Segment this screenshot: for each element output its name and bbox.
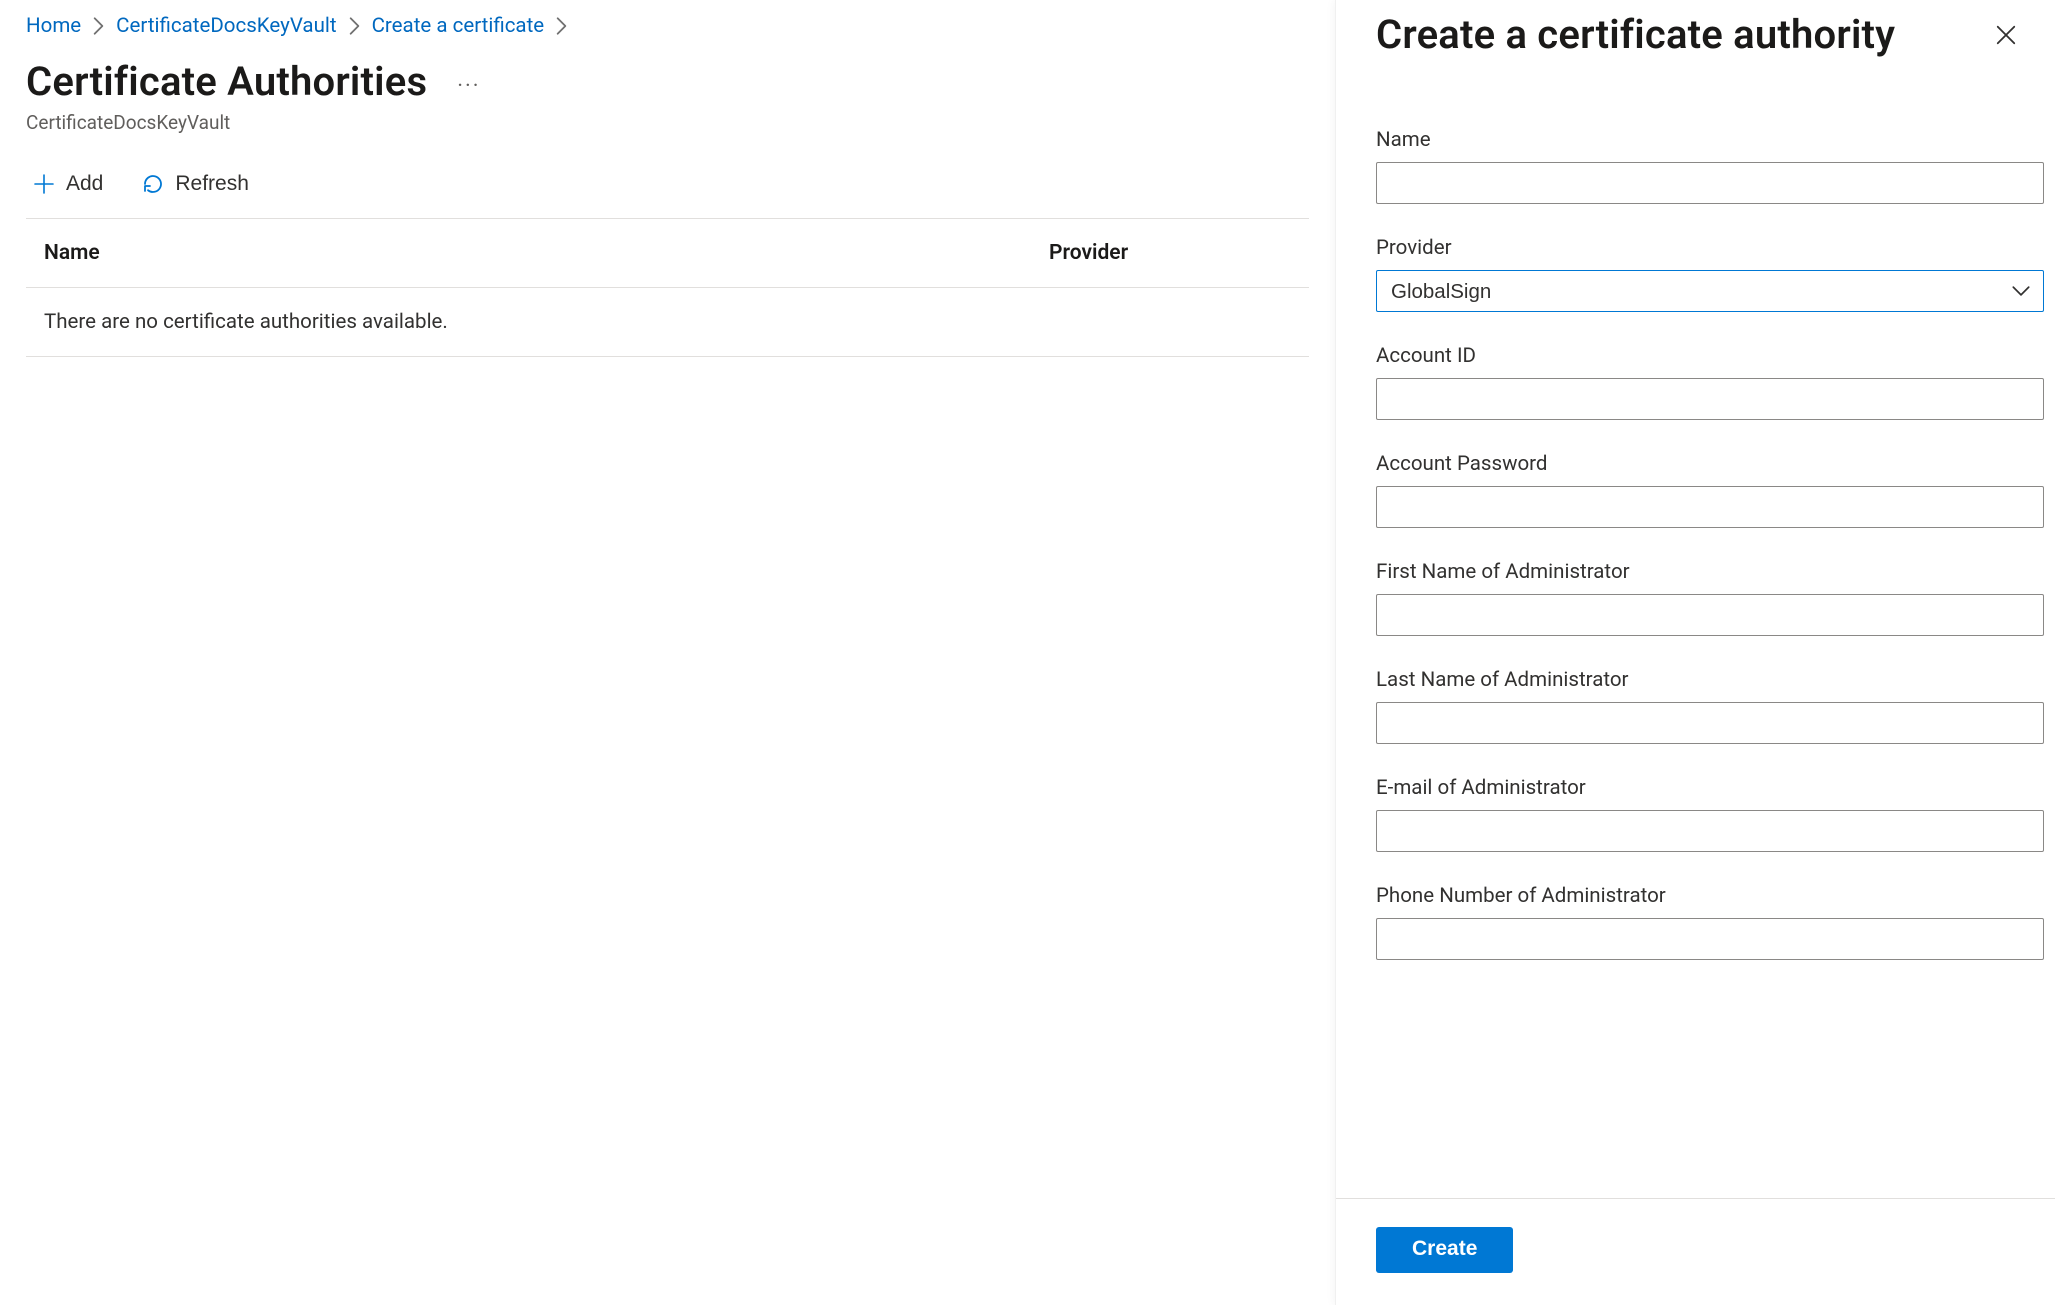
admin-phone-input[interactable] <box>1376 918 2044 960</box>
refresh-button[interactable]: Refresh <box>135 168 255 200</box>
account-id-input[interactable] <box>1376 378 2044 420</box>
field-account-password: Account Password <box>1376 452 2015 528</box>
field-name: Name <box>1376 128 2015 204</box>
admin-last-input[interactable] <box>1376 702 2044 744</box>
provider-select-wrap: GlobalSign <box>1376 270 2044 312</box>
create-ca-panel: Create a certificate authority Name Prov… <box>1335 0 2055 1305</box>
admin-first-input[interactable] <box>1376 594 2044 636</box>
admin-phone-label: Phone Number of Administrator <box>1376 884 2015 908</box>
page-title-row: Certificate Authorities ··· <box>26 58 1309 105</box>
field-admin-email: E-mail of Administrator <box>1376 776 2015 852</box>
refresh-icon <box>141 172 165 196</box>
admin-first-label: First Name of Administrator <box>1376 560 2015 584</box>
provider-label: Provider <box>1376 236 2015 260</box>
table-header: Name Provider <box>26 219 1309 288</box>
page-subtitle: CertificateDocsKeyVault <box>26 111 1309 134</box>
field-provider: Provider GlobalSign <box>1376 236 2015 312</box>
plus-icon <box>32 172 56 196</box>
name-label: Name <box>1376 128 2015 152</box>
chevron-right-icon <box>349 17 360 35</box>
admin-email-input[interactable] <box>1376 810 2044 852</box>
account-password-label: Account Password <box>1376 452 2015 476</box>
field-account-id: Account ID <box>1376 344 2015 420</box>
close-button[interactable] <box>1987 16 2025 57</box>
table-empty-message: There are no certificate authorities ava… <box>26 288 1309 357</box>
create-button[interactable]: Create <box>1376 1227 1513 1273</box>
panel-footer: Create <box>1336 1198 2055 1305</box>
panel-body: Name Provider GlobalSign Account ID Acco… <box>1336 58 2055 1198</box>
panel-header: Create a certificate authority <box>1336 0 2055 58</box>
chevron-right-icon <box>93 17 104 35</box>
account-id-label: Account ID <box>1376 344 2015 368</box>
field-admin-last: Last Name of Administrator <box>1376 668 2015 744</box>
name-input[interactable] <box>1376 162 2044 204</box>
panel-title: Create a certificate authority <box>1376 12 1895 58</box>
field-admin-first: First Name of Administrator <box>1376 560 2015 636</box>
more-actions-button[interactable]: ··· <box>457 64 480 99</box>
field-admin-phone: Phone Number of Administrator <box>1376 884 2015 960</box>
column-header-name[interactable]: Name <box>44 241 1049 265</box>
add-button-label: Add <box>66 172 103 196</box>
chevron-right-icon <box>556 17 567 35</box>
admin-last-label: Last Name of Administrator <box>1376 668 2015 692</box>
provider-select[interactable]: GlobalSign <box>1376 270 2044 312</box>
toolbar: Add Refresh <box>26 168 1309 219</box>
close-icon <box>1995 24 2017 49</box>
breadcrumb-create-cert[interactable]: Create a certificate <box>372 14 545 38</box>
column-header-provider[interactable]: Provider <box>1049 241 1291 265</box>
add-button[interactable]: Add <box>26 168 109 200</box>
breadcrumb: Home CertificateDocsKeyVault Create a ce… <box>26 10 1309 38</box>
account-password-input[interactable] <box>1376 486 2044 528</box>
refresh-button-label: Refresh <box>175 172 249 196</box>
breadcrumb-keyvault[interactable]: CertificateDocsKeyVault <box>116 14 336 38</box>
page-title: Certificate Authorities <box>26 58 427 105</box>
admin-email-label: E-mail of Administrator <box>1376 776 2015 800</box>
main-content: Home CertificateDocsKeyVault Create a ce… <box>0 0 1335 1305</box>
breadcrumb-home[interactable]: Home <box>26 14 81 38</box>
